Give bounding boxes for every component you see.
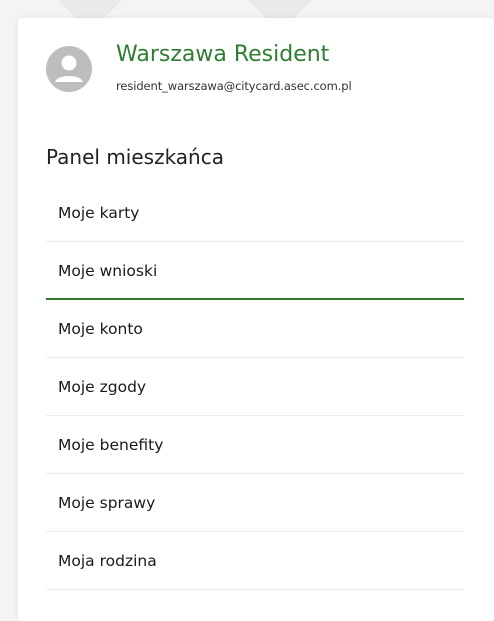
menu-item-label: Moje wnioski [58, 262, 158, 280]
panel-title: Panel mieszkańca [46, 145, 224, 169]
menu-item-label: Moje benefity [58, 436, 164, 454]
resident-menu: Moje karty Moje wnioski Moje konto Moje … [46, 184, 464, 590]
menu-item-moje-konto[interactable]: Moje konto [46, 300, 464, 358]
menu-item-moje-zgody[interactable]: Moje zgody [46, 358, 464, 416]
user-email: resident_warszawa@citycard.asec.com.pl [116, 79, 352, 93]
resident-panel-card: Warszawa Resident resident_warszawa@city… [18, 18, 494, 621]
menu-item-moje-karty[interactable]: Moje karty [46, 184, 464, 242]
menu-item-moje-benefity[interactable]: Moje benefity [46, 416, 464, 474]
menu-item-moja-rodzina[interactable]: Moja rodzina [46, 532, 464, 590]
menu-item-label: Moje konto [58, 320, 143, 338]
menu-item-moje-sprawy[interactable]: Moje sprawy [46, 474, 464, 532]
menu-item-moje-wnioski[interactable]: Moje wnioski [46, 242, 464, 300]
menu-item-label: Moje sprawy [58, 494, 156, 512]
user-avatar-icon [46, 46, 92, 92]
menu-item-label: Moja rodzina [58, 552, 157, 570]
user-name: Warszawa Resident [116, 42, 330, 67]
menu-item-label: Moje zgody [58, 378, 147, 396]
user-profile: Warszawa Resident resident_warszawa@city… [46, 42, 466, 102]
menu-item-label: Moje karty [58, 204, 140, 222]
